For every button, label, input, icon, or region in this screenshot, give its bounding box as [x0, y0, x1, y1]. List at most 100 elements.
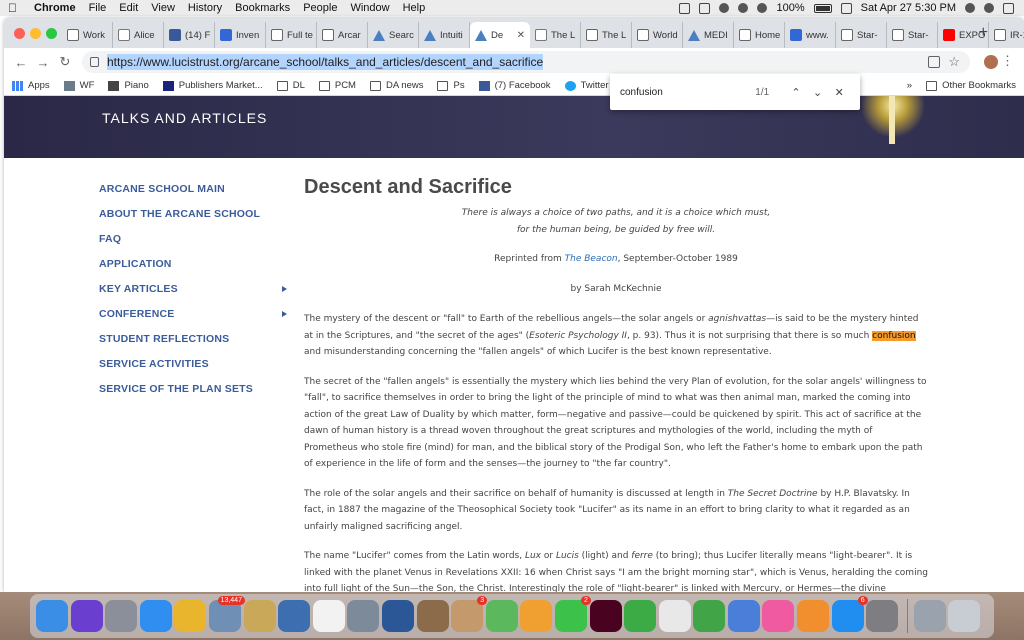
contacts-icon[interactable]: 3 — [451, 596, 488, 632]
sidebar-item[interactable]: CONFERENCE — [99, 301, 289, 326]
sidebar-item[interactable]: SERVICE ACTIVITIES — [99, 351, 289, 376]
menu-file[interactable]: File — [89, 2, 107, 14]
chrome-menu-icon[interactable]: ⋮ — [1001, 53, 1014, 69]
chrome-icon[interactable] — [174, 600, 207, 632]
siri-icon[interactable] — [70, 600, 103, 632]
fullscreen-window-button[interactable] — [46, 28, 57, 39]
tab[interactable]: Work — [62, 22, 113, 48]
user-icon[interactable] — [984, 3, 994, 13]
minimize-window-button[interactable] — [30, 28, 41, 39]
url-text[interactable]: https://www.lucistrust.org/arcane_school… — [107, 54, 544, 70]
volume-icon[interactable] — [757, 3, 768, 13]
sidebar-item[interactable]: ABOUT THE ARCANE SCHOOL — [99, 201, 289, 226]
itunes-icon[interactable] — [762, 600, 795, 632]
bluetooth-icon[interactable] — [719, 3, 730, 13]
sidebar-item[interactable]: FAQ — [99, 226, 289, 251]
tab[interactable]: Star- — [887, 22, 938, 48]
tab[interactable]: www. — [785, 22, 836, 48]
tab[interactable]: Intuiti — [419, 22, 470, 48]
clock[interactable]: Sat Apr 27 5:30 PM — [861, 2, 956, 14]
launchpad-icon[interactable] — [105, 600, 138, 632]
profile-avatar[interactable] — [984, 55, 998, 69]
bookmark-item[interactable]: Ps — [437, 80, 465, 91]
beacon-link[interactable]: The Beacon — [565, 254, 618, 264]
sidebar-item[interactable]: STUDENT REFLECTIONS — [99, 326, 289, 351]
bookmark-item[interactable]: WF — [63, 80, 94, 91]
tab[interactable]: IR-10 — [989, 22, 1024, 48]
menu-history[interactable]: History — [188, 2, 222, 14]
tab[interactable]: Arcar — [317, 22, 368, 48]
menu-bookmarks[interactable]: Bookmarks — [235, 2, 290, 14]
menu-help[interactable]: Help — [403, 2, 426, 14]
notification-center-icon[interactable] — [1003, 2, 1014, 14]
trash-icon[interactable] — [948, 600, 981, 632]
facetime-icon[interactable] — [624, 600, 657, 632]
flag-icon[interactable] — [840, 2, 852, 14]
menu-app-chrome[interactable]: Chrome — [34, 2, 76, 14]
mail-icon[interactable]: 13,447 — [208, 596, 245, 632]
appstore-icon[interactable]: 6 — [831, 596, 868, 632]
bookmark-item[interactable]: Publishers Market... — [162, 80, 263, 91]
tab[interactable]: The L — [581, 22, 632, 48]
menu-edit[interactable]: Edit — [119, 2, 138, 14]
battery-icon[interactable] — [813, 3, 832, 13]
bookmark-item[interactable]: PCM — [318, 80, 356, 91]
sidebar-item[interactable]: SERVICE OF THE PLAN SETS — [99, 376, 289, 401]
reload-icon[interactable]: ↻ — [54, 54, 76, 70]
downloads-icon[interactable] — [913, 600, 946, 632]
reminders-icon[interactable] — [278, 600, 311, 632]
tab[interactable]: Alice — [113, 22, 164, 48]
photos-icon[interactable] — [520, 600, 553, 632]
tab-active[interactable]: De ✕ — [470, 22, 530, 48]
find-previous-icon[interactable]: ⌃ — [785, 86, 807, 99]
chevron-right-icon[interactable] — [282, 310, 287, 317]
tab[interactable]: World — [632, 22, 683, 48]
calendar-icon[interactable] — [312, 600, 345, 632]
books-icon[interactable] — [797, 600, 830, 632]
spotlight-icon[interactable] — [965, 3, 975, 13]
tab[interactable]: Searc — [368, 22, 419, 48]
word-icon[interactable] — [381, 600, 414, 632]
bookmark-item[interactable]: Piano — [108, 80, 149, 91]
time-machine-icon[interactable] — [679, 2, 691, 14]
sidebar-item[interactable]: KEY ARTICLES — [99, 276, 289, 301]
tab[interactable]: MEDI — [683, 22, 734, 48]
preview-icon[interactable] — [347, 600, 380, 632]
menu-people[interactable]: People — [303, 2, 337, 14]
bookmark-item[interactable]: Twitter — [564, 80, 609, 91]
airplay-icon[interactable] — [699, 2, 711, 14]
tab[interactable]: Inven — [215, 22, 266, 48]
bookmarks-overflow-button[interactable]: » — [907, 80, 912, 91]
bookmark-item[interactable]: Apps — [12, 80, 50, 91]
messages-icon[interactable]: 2 — [554, 596, 591, 632]
apple-menu-icon[interactable]:  — [8, 2, 20, 14]
textedit-icon[interactable] — [658, 600, 691, 632]
close-tab-icon[interactable]: ✕ — [517, 30, 525, 41]
numbers-icon[interactable] — [693, 600, 726, 632]
find-next-icon[interactable]: ⌄ — [807, 86, 829, 99]
indesign-icon[interactable] — [589, 600, 622, 632]
tab[interactable]: Full te — [266, 22, 317, 48]
menu-view[interactable]: View — [151, 2, 175, 14]
tab[interactable]: The L — [530, 22, 581, 48]
other-bookmarks[interactable]: » Other Bookmarks — [907, 80, 1016, 91]
page-info-icon[interactable] — [928, 56, 940, 68]
keynote-icon[interactable] — [727, 600, 760, 632]
tab[interactable]: Home — [734, 22, 785, 48]
forward-arrow-icon[interactable]: → — [32, 55, 54, 70]
safari-icon[interactable] — [139, 600, 172, 632]
wifi-icon[interactable] — [738, 3, 749, 13]
tab[interactable]: Star- — [836, 22, 887, 48]
new-tab-button[interactable]: + — [979, 24, 988, 42]
finder-icon[interactable] — [36, 600, 68, 632]
find-input[interactable]: confusion — [620, 87, 738, 98]
sidebar-item[interactable]: ARCANE SCHOOL MAIN — [99, 176, 289, 201]
address-bar[interactable]: https://www.lucistrust.org/arcane_school… — [82, 51, 970, 73]
menu-window[interactable]: Window — [350, 2, 389, 14]
system-preferences-icon[interactable] — [866, 600, 899, 632]
maps-icon[interactable] — [485, 600, 518, 632]
bookmark-star-icon[interactable]: ☆ — [948, 54, 960, 70]
tab[interactable]: (14) F — [164, 22, 215, 48]
back-arrow-icon[interactable]: ← — [10, 55, 32, 70]
chevron-right-icon[interactable] — [282, 285, 287, 292]
